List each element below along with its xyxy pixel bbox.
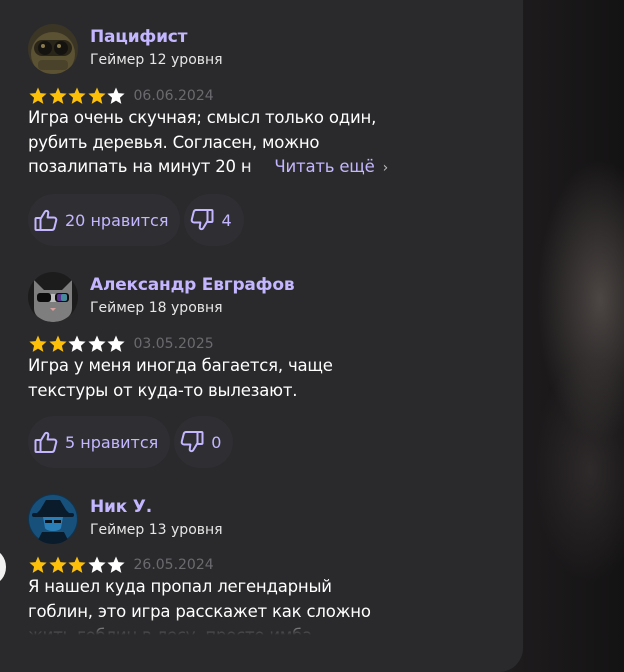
rating-row: 06.06.2024 — [28, 86, 214, 106]
star-rating — [28, 555, 126, 575]
chevron-right-icon: › — [382, 160, 388, 176]
goggles-avatar[interactable] — [28, 24, 78, 74]
star-filled-icon — [28, 334, 48, 354]
star-filled-icon — [67, 86, 87, 106]
review-text: Игра очень скучная; смысл только один, р… — [28, 106, 388, 179]
rating-row: 03.05.2025 — [28, 334, 214, 354]
thumbs-up-icon — [32, 206, 60, 234]
star-filled-icon — [28, 86, 48, 106]
reviews-panel: Пацифист Геймер 12 уровня 06.06.2024 Игр… — [0, 0, 523, 672]
author-level: Геймер 12 уровня — [90, 52, 223, 68]
cat-sunglasses-avatar[interactable] — [28, 272, 78, 322]
star-rating — [28, 86, 126, 106]
vote-bar: 20 нравится 4 — [28, 194, 248, 246]
author-name[interactable]: Пацифист — [90, 27, 188, 47]
star-filled-icon — [48, 86, 68, 106]
review-header: Ник У. Геймер 13 уровня — [28, 494, 388, 546]
review-text: Я нашел куда пропал легендарный гоблин, … — [28, 575, 388, 635]
review-card: Ник У. Геймер 13 уровня 26.05.2024 Я наш… — [28, 494, 388, 635]
thumbs-up-icon — [32, 428, 60, 456]
star-filled-icon — [28, 555, 48, 575]
review-date: 06.06.2024 — [133, 88, 214, 104]
star-empty-icon — [67, 334, 87, 354]
review-card: Александр Евграфов Геймер 18 уровня 03.0… — [28, 272, 388, 468]
rating-row: 26.05.2024 — [28, 555, 214, 575]
star-rating — [28, 334, 126, 354]
thumbs-down-icon — [188, 206, 216, 234]
star-empty-icon — [106, 334, 126, 354]
vote-bar: 5 нравится 0 — [28, 416, 237, 468]
star-empty-icon — [106, 86, 126, 106]
star-filled-icon — [87, 86, 107, 106]
read-more-button[interactable]: Читать ещё › — [244, 155, 388, 179]
star-filled-icon — [67, 555, 87, 575]
star-empty-icon — [87, 334, 107, 354]
hooded-hat-avatar[interactable] — [28, 494, 78, 544]
author-name[interactable]: Александр Евграфов — [90, 275, 295, 295]
star-empty-icon — [87, 555, 107, 575]
review-header: Александр Евграфов Геймер 18 уровня — [28, 272, 388, 324]
dislike-button[interactable]: 4 — [184, 194, 244, 246]
dislike-count: 4 — [221, 210, 232, 230]
like-button[interactable]: 20 нравится — [28, 194, 181, 246]
like-count: 5 нравится — [65, 432, 159, 452]
review-date: 26.05.2024 — [133, 557, 214, 573]
like-count: 20 нравится — [65, 210, 169, 230]
author-level: Геймер 13 уровня — [90, 522, 223, 538]
like-button[interactable]: 5 нравится — [28, 416, 171, 468]
dislike-button[interactable]: 0 — [174, 416, 234, 468]
review-card: Пацифист Геймер 12 уровня 06.06.2024 Игр… — [28, 24, 388, 246]
star-filled-icon — [48, 334, 68, 354]
star-filled-icon — [48, 555, 68, 575]
star-empty-icon — [106, 555, 126, 575]
review-header: Пацифист Геймер 12 уровня — [28, 24, 388, 76]
review-text-content: Игра у меня иногда багается, чаще тексту… — [28, 356, 333, 400]
review-text: Игра у меня иногда багается, чаще тексту… — [28, 354, 388, 403]
author-name[interactable]: Ник У. — [90, 497, 152, 517]
dislike-count: 0 — [211, 432, 222, 452]
author-level: Геймер 18 уровня — [90, 300, 223, 316]
review-text-content: Я нашел куда пропал легендарный гоблин, … — [28, 577, 371, 635]
read-more-label: Читать ещё — [274, 157, 375, 176]
thumbs-down-icon — [178, 428, 206, 456]
review-date: 03.05.2025 — [133, 336, 214, 352]
